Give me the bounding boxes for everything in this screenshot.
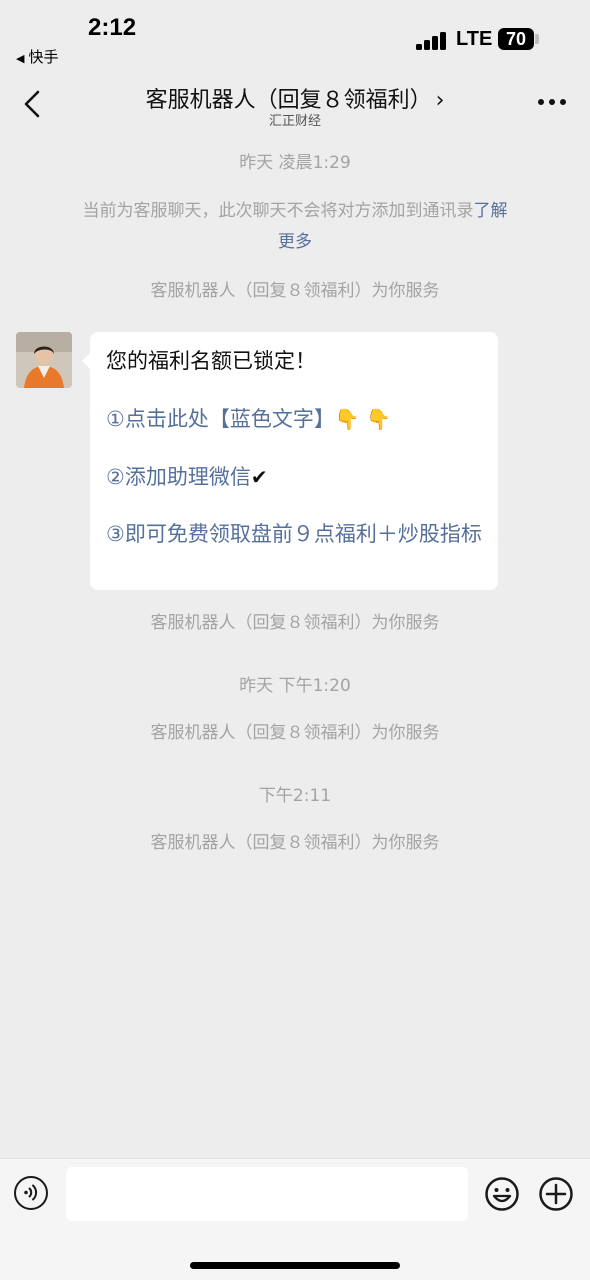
add-assistant-link[interactable]: ②添加助理微信 — [106, 465, 251, 489]
battery-level: 70 — [498, 28, 534, 50]
service-note: 客服机器人（回复８领福利）为你服务 — [150, 723, 440, 743]
emoji-button[interactable] — [484, 1176, 520, 1212]
chat-notice: 当前为客服聊天，此次聊天不会将对方添加到通讯录了解 更多 — [40, 196, 550, 258]
chevron-left-icon — [24, 90, 40, 118]
network-type: LTE — [456, 28, 493, 50]
chat-notice-text: 当前为客服聊天，此次聊天不会将对方添加到通讯录 — [82, 201, 474, 221]
blue-text-link[interactable]: ①点击此处【蓝色文字】 — [106, 407, 335, 431]
message-line-1: 您的福利名额已锁定！ — [106, 349, 316, 373]
service-note: 客服机器人（回复８领福利）为你服务 — [150, 281, 440, 301]
voice-icon — [24, 1184, 38, 1201]
signal-icon — [416, 30, 448, 50]
pointing-down-emoji: 👇 👇 — [334, 407, 391, 431]
message-bubble[interactable]: 您的福利名额已锁定！ ①点击此处【蓝色文字】👇 👇 ②添加助理微信✔ ③即可免费… — [90, 332, 498, 590]
avatar[interactable] — [16, 332, 72, 388]
message-line-2: ①点击此处【蓝色文字】👇 👇 — [106, 404, 490, 434]
timestamp: 昨天 凌晨1:29 — [239, 153, 351, 173]
more-button[interactable] — [536, 92, 568, 112]
back-to-app-link[interactable]: ◀ 快手 — [16, 46, 58, 67]
plus-icon — [539, 1177, 573, 1211]
more-dots-icon — [538, 99, 566, 105]
back-button[interactable] — [18, 88, 50, 120]
back-app-label: 快手 — [28, 48, 59, 66]
check-mark-icon: ✔ — [250, 465, 268, 489]
avatar-image — [16, 332, 72, 388]
back-triangle-icon: ◀ — [16, 52, 25, 65]
battery-cap — [535, 34, 539, 44]
emoji-icon — [485, 1177, 519, 1211]
plus-button[interactable] — [538, 1176, 574, 1212]
message-line-4[interactable]: ③即可免费领取盘前９点福利＋炒股指标 — [106, 519, 490, 549]
chat-screen: 2:12 ◀ 快手 LTE 70 客服机器人（回复８领福利） › 汇正财经 昨天 凌… — [0, 0, 590, 1280]
chat-subtitle: 汇正财经 — [268, 114, 321, 129]
status-time: 2:12 — [88, 14, 137, 41]
home-indicator[interactable] — [190, 1262, 400, 1269]
message-line-3: ②添加助理微信✔ — [106, 462, 490, 492]
service-note: 客服机器人（回复８领福利）为你服务 — [150, 833, 440, 853]
service-note: 客服机器人（回复８领福利）为你服务 — [150, 613, 440, 633]
voice-button[interactable] — [14, 1176, 48, 1210]
timestamp: 下午2:11 — [258, 786, 332, 806]
message-input[interactable] — [66, 1167, 468, 1221]
timestamp: 昨天 下午1:20 — [239, 676, 351, 696]
